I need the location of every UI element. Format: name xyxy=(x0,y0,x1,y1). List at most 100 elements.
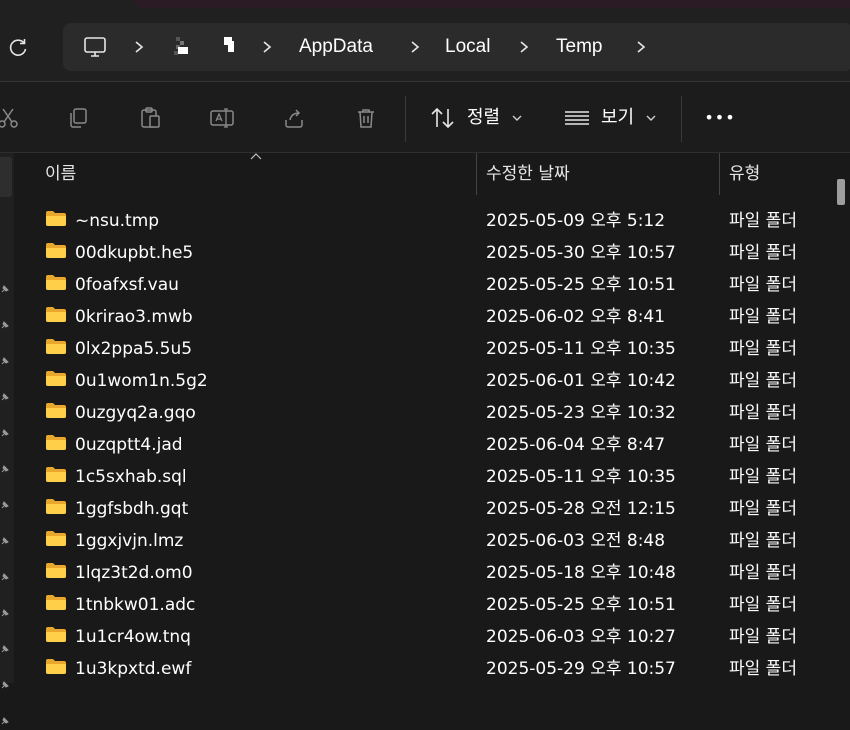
column-divider[interactable] xyxy=(719,153,720,195)
nav-pane-scroll-thumb[interactable] xyxy=(0,157,12,197)
folder-icon xyxy=(45,402,67,419)
command-bar: 정렬 보기 ••• xyxy=(0,82,850,152)
file-name: ~nsu.tmp xyxy=(75,211,160,231)
pin-icon xyxy=(0,459,10,473)
trash-icon xyxy=(358,109,374,128)
share-button[interactable] xyxy=(276,100,312,136)
file-date-modified: 2025-05-29 오후 10:57 xyxy=(486,659,676,679)
file-row[interactable]: 1u3kpxtd.ewf 2025-05-29 오후 10:57 파일 폴더 xyxy=(14,652,834,684)
copy-button[interactable] xyxy=(60,100,96,136)
file-row[interactable]: 1tnbkw01.adc 2025-05-25 오후 10:51 파일 폴더 xyxy=(14,588,834,620)
folder-icon xyxy=(45,658,67,675)
cut-button[interactable] xyxy=(0,100,26,136)
folder-icon xyxy=(45,242,67,259)
column-header-date[interactable]: 수정한 날짜 xyxy=(486,153,570,195)
file-name: 1c5sxhab.sql xyxy=(75,467,187,487)
column-header-name[interactable]: 이름 xyxy=(45,153,76,195)
breadcrumb-chevron-icon[interactable] xyxy=(409,23,421,71)
file-row[interactable]: 0lx2ppa5.5u5 2025-05-11 오후 10:35 파일 폴더 xyxy=(14,332,834,364)
column-header-type[interactable]: 유형 xyxy=(729,153,760,195)
breadcrumb-chevron-icon[interactable] xyxy=(133,23,145,71)
file-date-modified: 2025-05-18 오후 10:48 xyxy=(486,563,676,583)
scrollbar-thumb[interactable] xyxy=(837,179,845,205)
file-type: 파일 폴더 xyxy=(729,499,797,519)
file-row[interactable]: 1ggxjvjn.lmz 2025-06-03 오전 8:48 파일 폴더 xyxy=(14,524,834,556)
file-date-modified: 2025-06-02 오후 8:41 xyxy=(486,307,666,327)
redacted-user-folder[interactable] xyxy=(172,35,194,57)
file-name: 0u1wom1n.5g2 xyxy=(75,371,208,391)
breadcrumb-chevron-icon[interactable] xyxy=(518,23,530,71)
folder-icon xyxy=(45,466,67,483)
pin-icon xyxy=(0,279,10,293)
file-row[interactable]: 0u1wom1n.5g2 2025-06-01 오후 10:42 파일 폴더 xyxy=(14,364,834,396)
vertical-scrollbar[interactable] xyxy=(834,153,850,683)
folder-icon xyxy=(45,626,67,643)
file-row[interactable]: ~nsu.tmp 2025-05-09 오후 5:12 파일 폴더 xyxy=(14,204,834,236)
refresh-button[interactable] xyxy=(4,34,32,62)
paste-button[interactable] xyxy=(132,100,168,136)
breadcrumb-chevron-icon[interactable] xyxy=(261,23,273,71)
file-row[interactable]: 1c5sxhab.sql 2025-05-11 오후 10:35 파일 폴더 xyxy=(14,460,834,492)
folder-icon xyxy=(45,338,67,355)
file-date-modified: 2025-05-09 오후 5:12 xyxy=(486,211,666,231)
navigation-pane[interactable] xyxy=(0,153,14,725)
sort-button[interactable]: 정렬 xyxy=(424,82,529,152)
clipboard-icon xyxy=(141,107,160,128)
file-date-modified: 2025-06-04 오후 8:47 xyxy=(486,435,666,455)
view-button[interactable]: 보기 xyxy=(558,82,663,152)
more-icon: ••• xyxy=(704,108,736,127)
this-pc-icon[interactable] xyxy=(83,35,107,59)
pin-icon xyxy=(0,711,10,725)
file-row[interactable]: 0uzgyq2a.gqo 2025-05-23 오후 10:32 파일 폴더 xyxy=(14,396,834,428)
breadcrumb-temp[interactable]: Temp xyxy=(556,23,602,71)
copy-icon xyxy=(70,108,87,128)
breadcrumb-local[interactable]: Local xyxy=(445,23,490,71)
file-row[interactable]: 00dkupbt.he5 2025-05-30 오후 10:57 파일 폴더 xyxy=(14,236,834,268)
file-row[interactable]: 1lqz3t2d.om0 2025-05-18 오후 10:48 파일 폴더 xyxy=(14,556,834,588)
rename-icon xyxy=(210,108,234,128)
pin-icon xyxy=(0,675,10,689)
redacted-user-folder-2[interactable] xyxy=(222,35,236,57)
file-name: 0krirao3.mwb xyxy=(75,307,193,327)
file-date-modified: 2025-05-25 오후 10:51 xyxy=(486,275,676,295)
folder-icon xyxy=(45,306,67,323)
file-name: 1tnbkw01.adc xyxy=(75,595,196,615)
pin-icon xyxy=(0,315,10,329)
delete-button[interactable] xyxy=(348,100,384,136)
rename-button[interactable] xyxy=(204,100,240,136)
file-type: 파일 폴더 xyxy=(729,403,797,423)
file-date-modified: 2025-05-23 오후 10:32 xyxy=(486,403,676,423)
more-options-button[interactable]: ••• xyxy=(700,100,740,136)
folder-icon xyxy=(45,530,67,547)
column-divider[interactable] xyxy=(476,153,477,195)
file-type: 파일 폴더 xyxy=(729,467,797,487)
file-date-modified: 2025-06-01 오후 10:42 xyxy=(486,371,676,391)
file-type: 파일 폴더 xyxy=(729,563,797,583)
file-type: 파일 폴더 xyxy=(729,435,797,455)
toolbar-divider xyxy=(681,96,682,142)
file-date-modified: 2025-06-03 오전 8:48 xyxy=(486,531,666,551)
file-date-modified: 2025-05-25 오후 10:51 xyxy=(486,595,676,615)
breadcrumb-appdata[interactable]: AppData xyxy=(299,23,373,71)
scissors-icon xyxy=(0,108,18,128)
breadcrumb-chevron-icon[interactable] xyxy=(635,23,647,71)
view-list-icon xyxy=(565,111,589,125)
pin-icon xyxy=(0,603,10,617)
file-row[interactable]: 0uzqptt4.jad 2025-06-04 오후 8:47 파일 폴더 xyxy=(14,428,834,460)
refresh-icon xyxy=(9,39,27,56)
file-name: 00dkupbt.he5 xyxy=(75,243,194,263)
file-row[interactable]: 1ggfsbdh.gqt 2025-05-28 오전 12:15 파일 폴더 xyxy=(14,492,834,524)
file-type: 파일 폴더 xyxy=(729,595,797,615)
file-list: ~nsu.tmp 2025-05-09 오후 5:12 파일 폴더 00dkupbt.… xyxy=(14,204,834,684)
file-row[interactable]: 0foafxsf.vau 2025-05-25 오후 10:51 파일 폴더 xyxy=(14,268,834,300)
file-type: 파일 폴더 xyxy=(729,339,797,359)
navigation-bar: AppData Local Temp xyxy=(0,12,850,82)
address-bar[interactable]: AppData Local Temp xyxy=(63,23,850,71)
pin-icon xyxy=(0,495,10,509)
file-name: 1ggxjvjn.lmz xyxy=(75,531,184,551)
folder-icon xyxy=(45,434,67,451)
file-name: 1u3kpxtd.ewf xyxy=(75,659,192,679)
file-row[interactable]: 1u1cr4ow.tnq 2025-06-03 오후 10:27 파일 폴더 xyxy=(14,620,834,652)
file-row[interactable]: 0krirao3.mwb 2025-06-02 오후 8:41 파일 폴더 xyxy=(14,300,834,332)
folder-icon xyxy=(45,498,67,515)
